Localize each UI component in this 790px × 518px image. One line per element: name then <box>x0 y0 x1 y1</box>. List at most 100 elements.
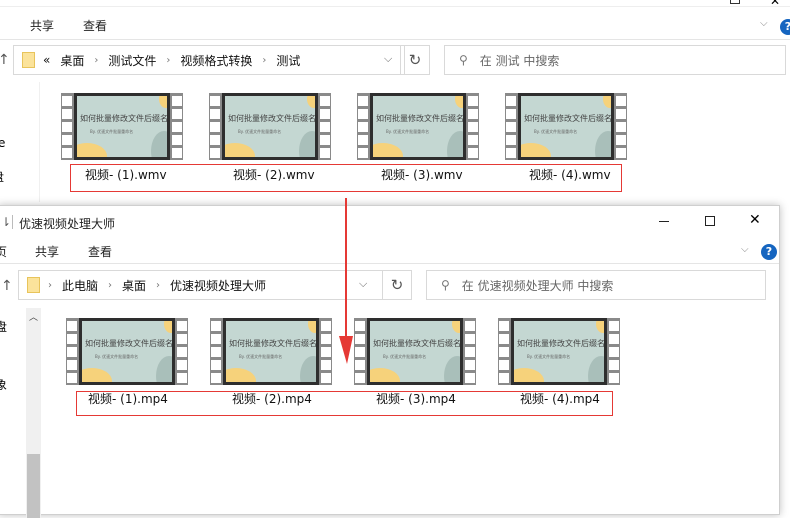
tab-home[interactable]: 页 <box>0 243 7 260</box>
slide-subtitle: By. 优速文件批量重命名 <box>383 354 427 359</box>
film-holes <box>358 96 368 158</box>
ribbon-expand-icon[interactable]: ⌵ <box>741 244 749 255</box>
tab-share[interactable]: 共享 <box>35 243 59 260</box>
slide-subtitle: By. 优速文件批量重命名 <box>238 129 282 134</box>
filename-highlight-box <box>70 164 622 192</box>
film-holes <box>62 96 72 158</box>
close-icon[interactable]: ✕ <box>770 0 780 8</box>
scroll-up-icon[interactable]: ︿ <box>29 310 38 323</box>
slide-subtitle: By. 优速文件批量重命名 <box>386 129 430 134</box>
slide-title: 如何批量修改文件后缀名? <box>80 114 167 123</box>
video-frame: 如何批量修改文件后缀名? By. 优速文件批量重命名 <box>74 93 170 160</box>
slide-subtitle: By. 优速文件批量重命名 <box>90 129 134 134</box>
film-holes <box>465 321 475 383</box>
slide-subtitle: By. 优速文件批量重命名 <box>527 354 571 359</box>
film-holes <box>609 321 619 383</box>
slide-title: 如何批量修改文件后缀名? <box>229 339 316 348</box>
address-bar[interactable]: « 桌面 › 测试文件 › 视频格式转换 › 测试 ⌵ <box>13 45 405 75</box>
breadcrumb-item[interactable]: 桌面 <box>122 277 146 294</box>
quick-access-icon[interactable]: ⇂ <box>1 215 11 229</box>
film-holes <box>506 96 516 158</box>
scrollbar-thumb[interactable] <box>27 454 40 518</box>
video-frame: 如何批量修改文件后缀名? By. 优速文件批量重命名 <box>223 318 319 385</box>
sidebar-scrollbar[interactable]: ︿ <box>26 308 41 518</box>
breadcrumb-item[interactable]: 视频格式转换 <box>180 52 252 69</box>
refresh-button[interactable]: ↻ <box>382 270 412 300</box>
film-holes <box>320 96 330 158</box>
filename-highlight-box <box>76 391 613 416</box>
film-holes <box>210 96 220 158</box>
folder-icon <box>22 52 35 68</box>
film-holes <box>468 96 478 158</box>
breadcrumb-item[interactable]: 桌面 <box>60 52 84 69</box>
video-frame: 如何批量修改文件后缀名? By. 优速文件批量重命名 <box>511 318 607 385</box>
slide-title: 如何批量修改文件后缀名? <box>376 114 463 123</box>
chevron-down-icon[interactable]: ⌵ <box>384 52 392 66</box>
video-thumbnail[interactable]: 如何批量修改文件后缀名? By. 优速文件批量重命名 <box>210 318 332 385</box>
video-thumbnail[interactable]: 如何批量修改文件后缀名? By. 优速文件批量重命名 <box>354 318 476 385</box>
video-thumbnail[interactable]: 如何批量修改文件后缀名? By. 优速文件批量重命名 <box>505 93 627 160</box>
sidebar-fragment[interactable]: 盘 <box>0 168 4 185</box>
tab-share[interactable]: 共享 <box>30 17 54 34</box>
arrow-up-icon[interactable]: ↑ <box>1 278 13 294</box>
film-holes <box>172 96 182 158</box>
help-icon[interactable]: ? <box>780 19 790 35</box>
film-holes <box>211 321 221 383</box>
chevron-down-icon[interactable]: ⌵ <box>359 277 367 291</box>
slide-title: 如何批量修改文件后缀名? <box>373 339 460 348</box>
film-holes <box>177 321 187 383</box>
film-holes <box>67 321 77 383</box>
search-input[interactable]: ⚲ 在 测试 中搜索 <box>444 45 786 75</box>
video-thumbnail[interactable]: 如何批量修改文件后缀名? By. 优速文件批量重命名 <box>357 93 479 160</box>
breadcrumb-item[interactable]: 此电脑 <box>62 277 98 294</box>
film-holes <box>499 321 509 383</box>
slide-title: 如何批量修改文件后缀名? <box>517 339 604 348</box>
sidebar-fragment[interactable]: 象 <box>0 376 7 393</box>
slide-title: 如何批量修改文件后缀名? <box>524 114 611 123</box>
breadcrumb-item[interactable]: 测试文件 <box>108 52 156 69</box>
minimize-icon[interactable] <box>659 221 669 222</box>
video-frame: 如何批量修改文件后缀名? By. 优速文件批量重命名 <box>370 93 466 160</box>
titlebar-edge <box>0 6 790 7</box>
video-frame: 如何批量修改文件后缀名? By. 优速文件批量重命名 <box>222 93 318 160</box>
sidebar-fragment[interactable]: e <box>0 136 5 150</box>
maximize-icon[interactable] <box>705 216 715 226</box>
breadcrumb-item[interactable]: 优速视频处理大师 <box>170 277 266 294</box>
folder-icon <box>27 277 40 293</box>
video-frame: 如何批量修改文件后缀名? By. 优速文件批量重命名 <box>518 93 614 160</box>
red-arrow <box>339 198 353 364</box>
sidebar-fragment[interactable]: 盘 <box>0 318 7 335</box>
bottom-explorer-window: ⇂ 优速视频处理大师 ✕ 页 共享 查看 ⌵ ? ↑ › 此电脑 › 桌面 › 优速… <box>0 205 780 518</box>
video-frame: 如何批量修改文件后缀名? By. 优速文件批量重命名 <box>367 318 463 385</box>
refresh-icon: ↻ <box>408 51 422 69</box>
video-frame: 如何批量修改文件后缀名? By. 优速文件批量重命名 <box>79 318 175 385</box>
tab-view[interactable]: 查看 <box>83 17 107 34</box>
tab-view[interactable]: 查看 <box>88 243 112 260</box>
help-icon[interactable]: ? <box>761 244 777 260</box>
breadcrumb-overflow[interactable]: « <box>43 53 50 67</box>
slide-title: 如何批量修改文件后缀名? <box>228 114 315 123</box>
maximize-icon[interactable] <box>730 0 740 4</box>
video-thumbnail[interactable]: 如何批量修改文件后缀名? By. 优速文件批量重命名 <box>66 318 188 385</box>
address-bar[interactable]: › 此电脑 › 桌面 › 优速视频处理大师 ⌵ <box>18 270 383 300</box>
search-input[interactable]: ⚲ 在 优速视频处理大师 中搜索 <box>426 270 766 300</box>
film-holes <box>616 96 626 158</box>
video-thumbnail[interactable]: 如何批量修改文件后缀名? By. 优速文件批量重命名 <box>209 93 331 160</box>
top-explorer-window: ✕ 共享 查看 ⌵ ? ↑ « 桌面› 测试文件› 视频格式转换› 测试 ⌵ ↻… <box>0 0 790 205</box>
search-placeholder: 在 优速视频处理大师 中搜索 <box>461 278 614 293</box>
search-icon: ⚲ <box>441 278 450 292</box>
arrow-up-icon[interactable]: ↑ <box>0 52 10 68</box>
breadcrumb-item[interactable]: 测试 <box>276 52 300 69</box>
slide-subtitle: By. 优速文件批量重命名 <box>534 129 578 134</box>
video-thumbnail[interactable]: 如何批量修改文件后缀名? By. 优速文件批量重命名 <box>498 318 620 385</box>
window-title: 优速视频处理大师 <box>19 217 116 231</box>
ribbon-expand-icon[interactable]: ⌵ <box>760 18 768 29</box>
search-placeholder: 在 测试 中搜索 <box>479 53 560 68</box>
search-icon: ⚲ <box>459 53 468 67</box>
slide-subtitle: By. 优速文件批量重命名 <box>239 354 283 359</box>
close-icon[interactable]: ✕ <box>749 212 761 228</box>
video-thumbnail[interactable]: 如何批量修改文件后缀名? By. 优速文件批量重命名 <box>61 93 183 160</box>
slide-subtitle: By. 优速文件批量重命名 <box>95 354 139 359</box>
refresh-button[interactable]: ↻ <box>400 45 430 75</box>
refresh-icon: ↻ <box>390 276 404 294</box>
